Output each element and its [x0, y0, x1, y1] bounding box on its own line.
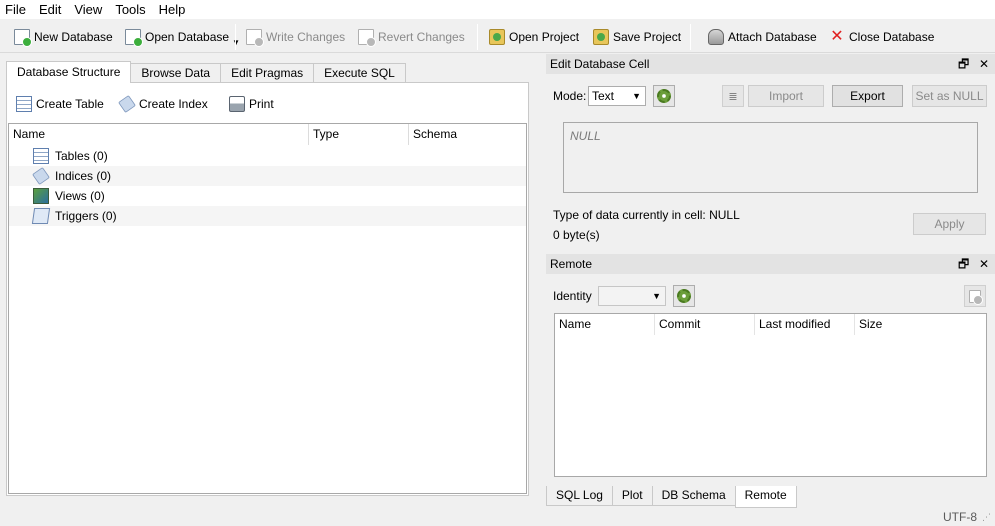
revert-changes-button[interactable]: Revert Changes	[358, 27, 465, 47]
close-icon[interactable]: ✕	[979, 54, 989, 74]
trigger-icon	[31, 208, 51, 224]
tab-db-schema[interactable]: DB Schema	[651, 486, 736, 506]
column-header-type[interactable]: Type	[309, 124, 409, 145]
new-database-button[interactable]: New Database	[14, 27, 113, 47]
chevron-down-icon[interactable]: ▼	[232, 38, 240, 47]
chevron-down-icon: ▼	[632, 91, 641, 101]
tree-item-triggers[interactable]: Triggers (0)	[9, 206, 526, 226]
main-toolbar: New Database Open Database ▼ Write Chang…	[0, 19, 995, 53]
cell-editor[interactable]: NULL	[563, 122, 978, 193]
column-header-name[interactable]: Name	[555, 314, 655, 335]
open-database-button[interactable]: Open Database ▼	[125, 27, 240, 47]
identity-settings-button[interactable]	[673, 285, 695, 307]
menu-edit[interactable]: Edit	[34, 0, 69, 19]
set-as-null-button[interactable]: Set as NULL	[912, 85, 987, 107]
attach-database-button[interactable]: Attach Database	[708, 27, 817, 47]
save-project-icon	[593, 29, 609, 45]
remote-file-list[interactable]: Name Commit Last modified Size	[554, 313, 987, 477]
view-icon	[33, 188, 49, 204]
cell-type-info: Type of data currently in cell: NULL	[553, 208, 740, 222]
table-icon	[16, 96, 32, 112]
schema-tree[interactable]: Name Type Schema Tables (0) Indices (0) …	[8, 123, 527, 494]
column-header-schema[interactable]: Schema	[409, 124, 526, 145]
save-project-button[interactable]: Save Project	[593, 27, 681, 47]
menu-file[interactable]: File	[0, 0, 34, 19]
tab-remote[interactable]: Remote	[734, 486, 797, 508]
bottom-tab-bar: SQL Log Plot DB Schema Remote	[546, 486, 797, 508]
float-icon[interactable]: 🗗	[958, 54, 969, 74]
open-project-button[interactable]: Open Project	[489, 27, 579, 47]
tab-browse-data[interactable]: Browse Data	[130, 63, 222, 83]
text-lines-icon: ≣	[728, 90, 738, 103]
menu-bar: File Edit View Tools Help	[0, 0, 995, 19]
table-icon	[33, 148, 49, 164]
tab-execute-sql[interactable]: Execute SQL	[313, 63, 406, 83]
column-header-last-modified[interactable]: Last modified	[755, 314, 855, 335]
gear-icon	[677, 289, 691, 303]
tab-database-structure[interactable]: Database Structure	[6, 61, 132, 83]
null-placeholder: NULL	[570, 129, 601, 143]
column-header-size[interactable]: Size	[855, 314, 986, 335]
printer-icon	[229, 96, 245, 112]
close-icon: ✕	[830, 28, 844, 45]
open-project-icon	[489, 29, 505, 45]
import-button[interactable]: Import	[748, 85, 824, 107]
toolbar-separator	[477, 24, 478, 50]
create-index-button[interactable]: Create Index	[118, 95, 208, 113]
column-header-name[interactable]: Name	[9, 124, 309, 145]
close-database-button[interactable]: ✕ Close Database	[829, 27, 934, 47]
create-table-button[interactable]: Create Table	[16, 95, 104, 113]
toolbar-separator	[690, 24, 691, 50]
tab-plot[interactable]: Plot	[611, 486, 653, 506]
identity-select[interactable]: ▼	[598, 286, 666, 306]
encoding-status: UTF-8	[943, 510, 977, 524]
edit-cell-dock-title: Edit Database Cell 🗗 ✕	[546, 54, 995, 74]
column-header-commit[interactable]: Commit	[655, 314, 755, 335]
menu-view[interactable]: View	[69, 0, 110, 19]
main-tab-bar: Database Structure Browse Data Edit Prag…	[6, 61, 406, 83]
write-changes-button[interactable]: Write Changes	[246, 27, 345, 47]
menu-help[interactable]: Help	[154, 0, 194, 19]
index-icon	[118, 95, 136, 113]
cell-size-info: 0 byte(s)	[553, 228, 600, 242]
tab-edit-pragmas[interactable]: Edit Pragmas	[220, 63, 315, 83]
revert-changes-icon	[358, 29, 376, 47]
gear-icon	[657, 89, 671, 103]
menu-tools[interactable]: Tools	[110, 0, 153, 19]
tab-sql-log[interactable]: SQL Log	[546, 486, 613, 506]
toolbar-separator	[235, 24, 236, 50]
mode-label: Mode:	[553, 89, 587, 103]
tree-item-tables[interactable]: Tables (0)	[9, 146, 526, 166]
new-database-icon	[14, 29, 32, 47]
close-icon[interactable]: ✕	[979, 254, 989, 274]
identity-label: Identity	[553, 289, 592, 303]
open-database-icon	[125, 29, 143, 47]
print-button[interactable]: Print	[229, 95, 274, 113]
write-changes-icon	[246, 29, 264, 47]
float-icon[interactable]: 🗗	[958, 254, 969, 274]
push-database-button[interactable]	[964, 285, 986, 307]
mode-select[interactable]: Text ▼	[588, 86, 646, 106]
tree-item-indices[interactable]: Indices (0)	[9, 166, 526, 186]
word-wrap-button[interactable]: ≣	[722, 85, 744, 107]
resize-grip-icon[interactable]: ⋰	[982, 512, 991, 523]
toolbar-separator	[220, 91, 221, 115]
tree-header: Name Type Schema	[9, 124, 526, 145]
chevron-down-icon: ▼	[652, 291, 661, 301]
upload-icon	[969, 289, 983, 305]
remote-dock-title: Remote 🗗 ✕	[546, 254, 995, 274]
export-button[interactable]: Export	[832, 85, 903, 107]
auto-switch-mode-button[interactable]	[653, 85, 675, 107]
tree-item-views[interactable]: Views (0)	[9, 186, 526, 206]
index-icon	[32, 167, 50, 185]
apply-button[interactable]: Apply	[913, 213, 986, 235]
attach-database-icon	[708, 29, 724, 45]
